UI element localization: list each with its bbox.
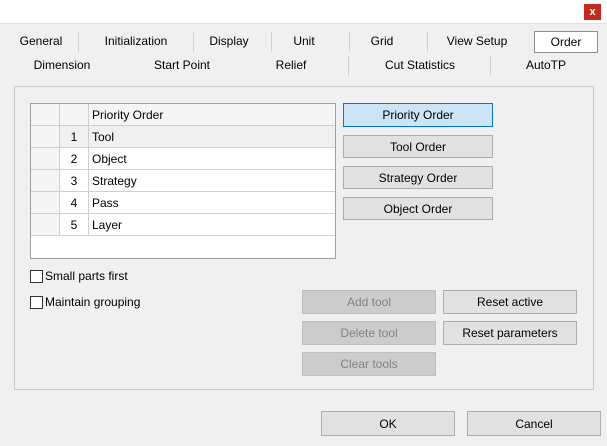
add-tool-button[interactable]: Add tool	[302, 290, 436, 314]
ok-button[interactable]: OK	[321, 411, 455, 436]
row-number: 1	[60, 126, 89, 148]
row-number: 5	[60, 214, 89, 236]
table-row[interactable]: Strategy	[89, 170, 335, 192]
tool-order-button[interactable]: Tool Order	[343, 135, 493, 158]
tab-divider	[349, 32, 350, 52]
row-number: 2	[60, 148, 89, 170]
close-button[interactable]: x	[584, 4, 601, 20]
close-icon: x	[589, 6, 596, 18]
tab-autotp[interactable]: AutoTP	[516, 54, 576, 76]
priority-order-button[interactable]: Priority Order	[343, 103, 493, 127]
priority-order-grid[interactable]: Priority Order 1 Tool 2 Object 3 Strateg…	[30, 103, 336, 259]
table-row[interactable]: Tool	[89, 126, 335, 148]
row-selector[interactable]	[31, 192, 60, 214]
tab-order[interactable]: Order	[534, 31, 598, 53]
maintain-grouping-label: Maintain grouping	[45, 295, 141, 309]
tab-divider	[427, 32, 428, 52]
tab-relief[interactable]: Relief	[266, 54, 316, 76]
tab-general[interactable]: General	[14, 30, 68, 52]
tab-start-point[interactable]: Start Point	[146, 54, 218, 76]
row-selector[interactable]	[31, 170, 60, 192]
clear-tools-button[interactable]: Clear tools	[302, 352, 436, 376]
tab-view-setup[interactable]: View Setup	[440, 30, 514, 52]
row-number: 3	[60, 170, 89, 192]
grid-num-header	[60, 104, 89, 126]
tab-divider	[271, 32, 272, 52]
reset-active-button[interactable]: Reset active	[443, 290, 577, 314]
row-selector[interactable]	[31, 126, 60, 148]
tab-divider	[78, 32, 79, 52]
grid-column-header: Priority Order	[89, 104, 335, 126]
tab-dimension[interactable]: Dimension	[26, 54, 98, 76]
tab-divider	[348, 56, 349, 76]
row-selector[interactable]	[31, 214, 60, 236]
row-selector[interactable]	[31, 148, 60, 170]
tab-cut-statistics[interactable]: Cut Statistics	[380, 54, 460, 76]
tab-unit[interactable]: Unit	[280, 30, 328, 52]
grid-corner-cell	[31, 104, 60, 126]
tab-initialization[interactable]: Initialization	[96, 30, 176, 52]
object-order-button[interactable]: Object Order	[343, 197, 493, 220]
small-parts-first-label: Small parts first	[45, 269, 128, 283]
title-bar	[0, 0, 607, 24]
strategy-order-button[interactable]: Strategy Order	[343, 166, 493, 189]
reset-parameters-button[interactable]: Reset parameters	[443, 321, 577, 345]
table-row[interactable]: Pass	[89, 192, 335, 214]
maintain-grouping-checkbox[interactable]	[30, 296, 43, 309]
small-parts-first-checkbox[interactable]	[30, 270, 43, 283]
row-number: 4	[60, 192, 89, 214]
table-row[interactable]: Layer	[89, 214, 335, 236]
tab-display[interactable]: Display	[200, 30, 258, 52]
table-row[interactable]: Object	[89, 148, 335, 170]
tab-divider	[490, 56, 491, 76]
tab-grid[interactable]: Grid	[358, 30, 406, 52]
tab-divider	[193, 32, 194, 52]
cancel-button[interactable]: Cancel	[467, 411, 601, 436]
delete-tool-button[interactable]: Delete tool	[302, 321, 436, 345]
